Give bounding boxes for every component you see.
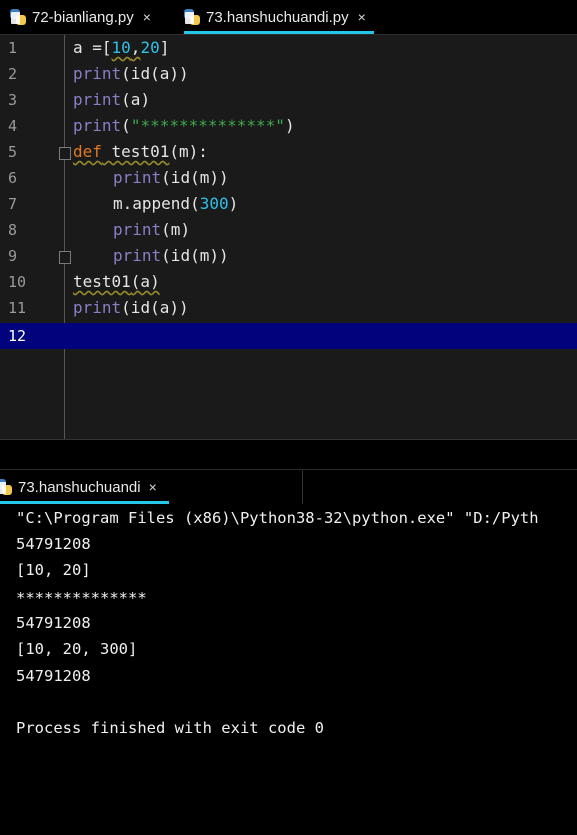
code-editor[interactable]: 1 a =[10,20] 2 print(id(a)) 3 print(a) 4… (0, 35, 577, 439)
run-bar-divider (302, 470, 303, 504)
console-line: 54791208 (16, 667, 91, 685)
code-text: print(m) (113, 220, 191, 239)
code-line[interactable]: 1 a =[10,20] (0, 35, 577, 61)
code-line[interactable]: 5 def test01(m): (0, 139, 577, 165)
python-file-icon (10, 9, 26, 25)
python-file-icon (184, 9, 200, 25)
console-line: "C:\Program Files (x86)\Python38-32\pyth… (16, 509, 539, 527)
tab-label: 72-bianliang.py (32, 8, 134, 26)
code-line[interactable]: 11 print(id(a)) (0, 295, 577, 321)
fold-end-icon[interactable] (59, 251, 71, 264)
console-line: [10, 20, 300] (16, 640, 138, 658)
line-number: 6 (8, 169, 18, 187)
code-text: print(id(a)) (73, 298, 189, 317)
code-text: a =[10,20] (73, 38, 170, 57)
tab-72-bianliang[interactable]: 72-bianliang.py × (10, 0, 151, 34)
code-line[interactable]: 7 m.append(300) (0, 191, 577, 217)
console-line: 54791208 (16, 614, 91, 632)
fold-toggle-icon[interactable] (59, 147, 71, 160)
editor-status-strip (0, 439, 577, 470)
code-text: print(id(m)) (113, 246, 229, 265)
code-text: test01(a) (73, 272, 160, 291)
line-number: 4 (8, 117, 18, 135)
code-text: m.append(300) (113, 194, 239, 213)
close-icon[interactable]: × (143, 9, 151, 25)
line-number: 5 (8, 143, 18, 161)
python-run-icon (0, 479, 12, 495)
code-text: print("**************") (73, 116, 295, 135)
line-number: 8 (8, 221, 18, 239)
close-icon[interactable]: × (358, 9, 366, 25)
close-icon[interactable]: × (149, 479, 157, 495)
run-console[interactable]: "C:\Program Files (x86)\Python38-32\pyth… (0, 504, 577, 835)
code-text: def test01(m): (73, 142, 208, 161)
code-line[interactable]: 9 print(id(m)) (0, 243, 577, 269)
code-text: print(id(a)) (73, 64, 189, 83)
tab-73-hanshuchuandi[interactable]: 73.hanshuchuandi.py × (184, 0, 374, 34)
line-number: 10 (8, 273, 27, 291)
line-number: 1 (8, 39, 18, 57)
tab-label: 73.hanshuchuandi.py (206, 8, 349, 26)
console-line: ************** (16, 589, 147, 607)
console-line: Process finished with exit code 0 (16, 719, 324, 737)
code-line[interactable]: 6 print(id(m)) (0, 165, 577, 191)
code-line-current[interactable]: 12 (0, 323, 577, 349)
run-tab-73-hanshuchuandi[interactable]: 73.hanshuchuandi × (0, 470, 169, 504)
line-number: 12 (8, 327, 27, 345)
code-line[interactable]: 3 print(a) (0, 87, 577, 113)
run-tab-bar: 73.hanshuchuandi × (0, 469, 577, 504)
console-line: 54791208 (16, 535, 91, 553)
line-number: 3 (8, 91, 18, 109)
run-tab-label: 73.hanshuchuandi (18, 478, 141, 496)
code-line[interactable]: 4 print("**************") (0, 113, 577, 139)
code-line[interactable]: 8 print(m) (0, 217, 577, 243)
code-line[interactable]: 2 print(id(a)) (0, 61, 577, 87)
code-line[interactable]: 10 test01(a) (0, 269, 577, 295)
line-number: 11 (8, 299, 27, 317)
code-text: print(id(m)) (113, 168, 229, 187)
line-number: 2 (8, 65, 18, 83)
code-text: print(a) (73, 90, 151, 109)
line-number: 9 (8, 247, 18, 265)
line-number: 7 (8, 195, 18, 213)
editor-tab-bar: 72-bianliang.py × 73.hanshuchuandi.py × (0, 0, 577, 35)
console-line: [10, 20] (16, 561, 91, 579)
